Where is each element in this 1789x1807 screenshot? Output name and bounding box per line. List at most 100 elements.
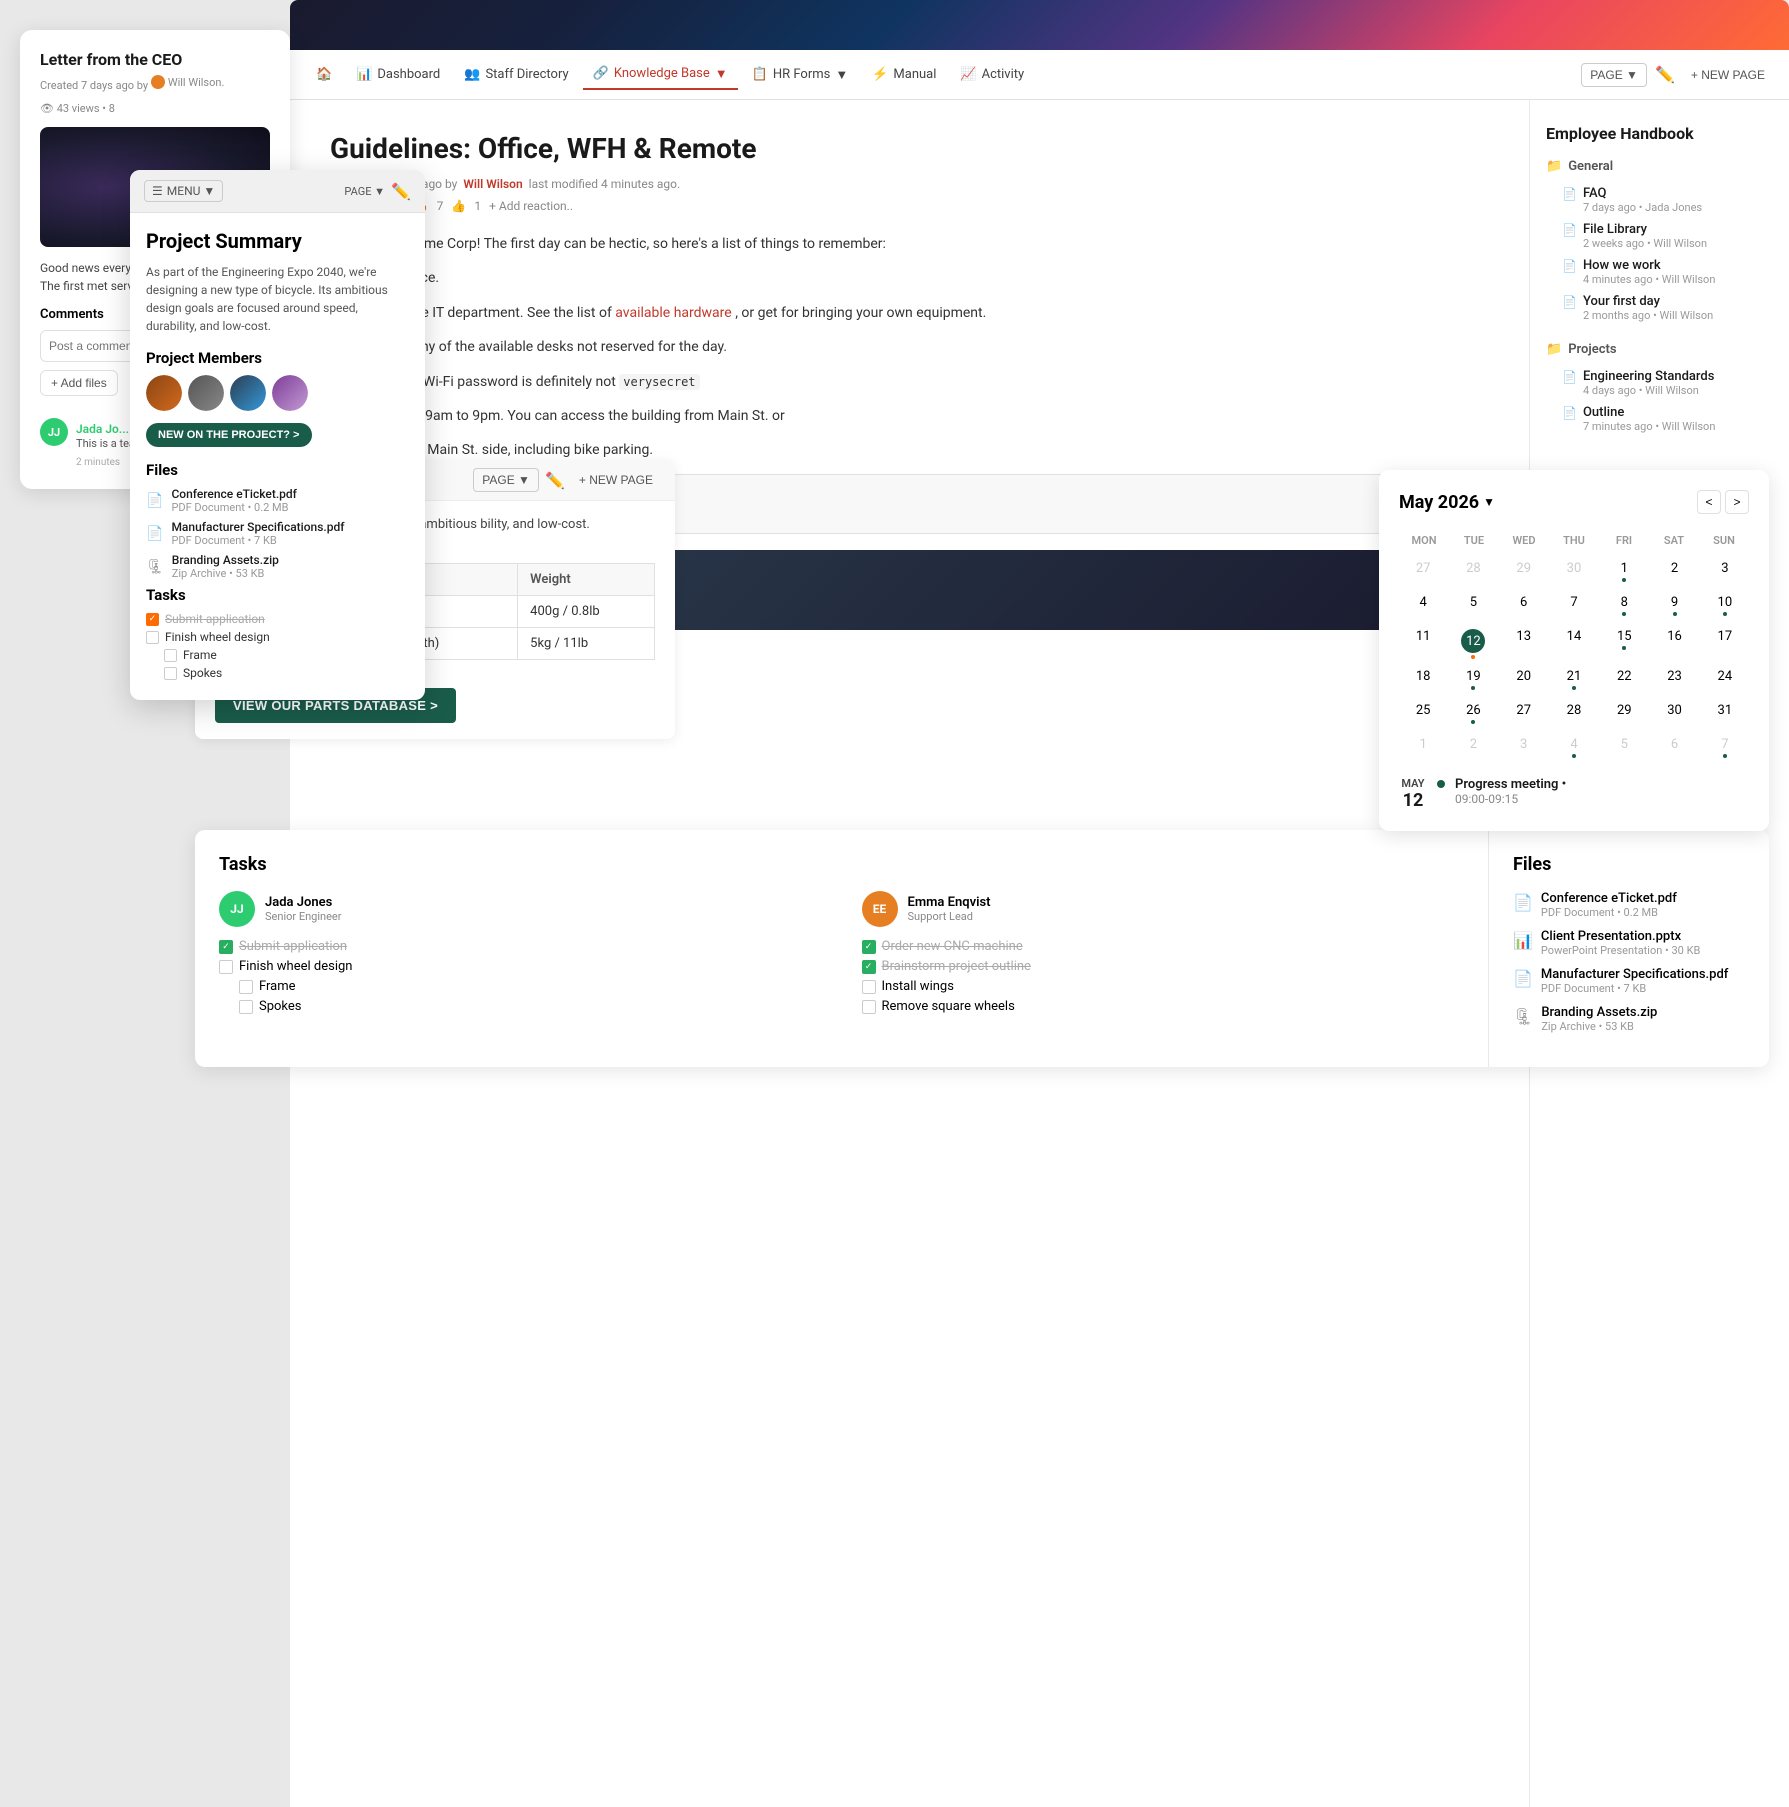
- cal-cell-3[interactable]: 3: [1500, 733, 1548, 765]
- jada-sub-checkbox-1[interactable]: [239, 1000, 253, 1014]
- sidebar-item-outline[interactable]: 📄 Outline 7 minutes ago • Will Wilson: [1546, 401, 1773, 437]
- emma-task-text-0: Order new CNC machine: [882, 939, 1023, 954]
- menu-button[interactable]: ☰ MENU ▼: [144, 180, 223, 202]
- cal-cell-7[interactable]: 7: [1550, 591, 1598, 623]
- event-title: Progress meeting •: [1455, 777, 1749, 792]
- hardware-link[interactable]: available hardware: [615, 305, 731, 321]
- cal-cell-11[interactable]: 11: [1399, 625, 1447, 663]
- cal-cell-16[interactable]: 16: [1650, 625, 1698, 663]
- cal-cell-22[interactable]: 22: [1600, 665, 1648, 697]
- code-snippet: verysecret: [619, 374, 699, 390]
- cal-cell-4[interactable]: 4: [1550, 733, 1598, 765]
- second-page-btn[interactable]: PAGE ▼: [473, 468, 539, 492]
- table-header-weight: Weight: [518, 564, 655, 596]
- nav-staff-directory[interactable]: 👥 Staff Directory: [454, 61, 578, 88]
- ppt-icon: 📊: [1513, 931, 1533, 950]
- cal-cell-29[interactable]: 29: [1600, 699, 1648, 731]
- new-project-button[interactable]: NEW ON THE PROJECT? >: [146, 423, 312, 447]
- handbook-edit-icon[interactable]: ✏️: [391, 182, 411, 201]
- cal-cell-23[interactable]: 23: [1650, 665, 1698, 697]
- jada-sub-checkbox-0[interactable]: [239, 980, 253, 994]
- cal-cell-26[interactable]: 26: [1449, 699, 1497, 731]
- cal-cell-4[interactable]: 4: [1399, 591, 1447, 623]
- handbook-page-btn[interactable]: PAGE ▼: [344, 185, 385, 198]
- cal-cell-13[interactable]: 13: [1500, 625, 1548, 663]
- pdf-icon-2: 📄: [1513, 969, 1533, 988]
- cal-cell-28[interactable]: 28: [1449, 557, 1497, 589]
- cal-cell-18[interactable]: 18: [1399, 665, 1447, 697]
- emma-checkbox-1[interactable]: ✓: [862, 960, 876, 974]
- cal-next-button[interactable]: >: [1725, 490, 1749, 514]
- emma-checkbox-0[interactable]: ✓: [862, 940, 876, 954]
- cal-cell-20[interactable]: 20: [1500, 665, 1548, 697]
- cal-cell-27[interactable]: 27: [1399, 557, 1447, 589]
- cal-cell-27[interactable]: 27: [1500, 699, 1548, 731]
- task-checkbox-1[interactable]: [146, 631, 159, 644]
- jada-subtask-0: Frame: [239, 979, 822, 994]
- cal-cell-6[interactable]: 6: [1500, 591, 1548, 623]
- cal-cell-7[interactable]: 7: [1701, 733, 1749, 765]
- new-page-button[interactable]: + NEW PAGE: [1683, 64, 1773, 86]
- pdf-icon: 📄: [1513, 893, 1533, 912]
- nav-home[interactable]: 🏠: [306, 61, 342, 88]
- cal-cell-2[interactable]: 2: [1449, 733, 1497, 765]
- add-reaction-button[interactable]: + Add reaction..: [489, 199, 573, 213]
- task-checkbox-sub-1[interactable]: [164, 667, 177, 680]
- cal-cell-10[interactable]: 10: [1701, 591, 1749, 623]
- nav-manual[interactable]: ⚡ Manual: [862, 61, 946, 88]
- cal-cell-28[interactable]: 28: [1550, 699, 1598, 731]
- sidebar-item-faq[interactable]: 📄 FAQ 7 days ago • Jada Jones: [1546, 182, 1773, 218]
- cal-cell-3[interactable]: 3: [1701, 557, 1749, 589]
- sidebar-item-how-we-work[interactable]: 📄 How we work 4 minutes ago • Will Wilso…: [1546, 254, 1773, 290]
- calendar-panel: May 2026 ▼ < > MON TUE WED THU FRI SAT S…: [1379, 470, 1769, 831]
- jada-checkbox-0[interactable]: ✓: [219, 940, 233, 954]
- cal-cell-5[interactable]: 5: [1449, 591, 1497, 623]
- cal-cell-31[interactable]: 31: [1701, 699, 1749, 731]
- cal-cell-21[interactable]: 21: [1550, 665, 1598, 697]
- cal-cell-12[interactable]: 12: [1449, 625, 1497, 663]
- calendar-nav: < >: [1697, 490, 1749, 514]
- cal-prev-button[interactable]: <: [1697, 490, 1721, 514]
- cal-cell-24[interactable]: 24: [1701, 665, 1749, 697]
- cal-cell-19[interactable]: 19: [1449, 665, 1497, 697]
- task-checkbox-0[interactable]: ✓: [146, 613, 159, 626]
- second-edit-icon[interactable]: ✏️: [545, 471, 565, 490]
- emma-task-text-2: Install wings: [882, 979, 954, 994]
- jada-checkbox-1[interactable]: [219, 960, 233, 974]
- cal-cell-1[interactable]: 1: [1600, 557, 1648, 589]
- emma-checkbox-2[interactable]: [862, 980, 876, 994]
- nav-dashboard[interactable]: 📊 Dashboard: [346, 61, 450, 88]
- cal-cell-17[interactable]: 17: [1701, 625, 1749, 663]
- nav-activity[interactable]: 📈 Activity: [950, 61, 1034, 88]
- cal-cell-30[interactable]: 30: [1550, 557, 1598, 589]
- calendar-dropdown-icon: ▼: [1483, 495, 1495, 509]
- cal-cell-30[interactable]: 30: [1650, 699, 1698, 731]
- nav-knowledge-base[interactable]: 🔗 Knowledge Base ▼: [583, 60, 738, 90]
- emma-checkbox-3[interactable]: [862, 1000, 876, 1014]
- edit-icon[interactable]: ✏️: [1655, 65, 1675, 84]
- second-new-page-btn[interactable]: + NEW PAGE: [571, 469, 661, 491]
- sidebar-item-engineering-standards[interactable]: 📄 Engineering Standards 4 days ago • Wil…: [1546, 365, 1773, 401]
- nav-hr-forms[interactable]: 📋 HR Forms ▼: [742, 61, 859, 89]
- sidebar-item-file-library[interactable]: 📄 File Library 2 weeks ago • Will Wilson: [1546, 218, 1773, 254]
- cal-cell-2[interactable]: 2: [1650, 557, 1698, 589]
- file-item-0: 📄 Conference eTicket.pdf PDF Document • …: [146, 487, 409, 514]
- cal-cell-14[interactable]: 14: [1550, 625, 1598, 663]
- nav-actions: PAGE ▼ ✏️ + NEW PAGE: [1581, 63, 1773, 87]
- page-menu-button[interactable]: PAGE ▼: [1581, 63, 1647, 87]
- sidebar-item-your-first-day[interactable]: 📄 Your first day 2 months ago • Will Wil…: [1546, 290, 1773, 326]
- cal-cell-8[interactable]: 8: [1600, 591, 1648, 623]
- cal-cell-5[interactable]: 5: [1600, 733, 1648, 765]
- ceo-letter-meta: Created 7 days ago by Will Wilson.: [40, 75, 270, 92]
- task-checkbox-sub-0[interactable]: [164, 649, 177, 662]
- cal-cell-6[interactable]: 6: [1650, 733, 1698, 765]
- cal-cell-9[interactable]: 9: [1650, 591, 1698, 623]
- cal-cell-29[interactable]: 29: [1500, 557, 1548, 589]
- cal-cell-1[interactable]: 1: [1399, 733, 1447, 765]
- emma-task-0: ✓ Order new CNC machine: [862, 939, 1465, 954]
- files-section-title: Files: [1513, 854, 1745, 875]
- emma-task-text-1: Brainstorm project outline: [882, 959, 1031, 974]
- add-files-button[interactable]: + Add files: [40, 370, 118, 396]
- cal-cell-25[interactable]: 25: [1399, 699, 1447, 731]
- cal-cell-15[interactable]: 15: [1600, 625, 1648, 663]
